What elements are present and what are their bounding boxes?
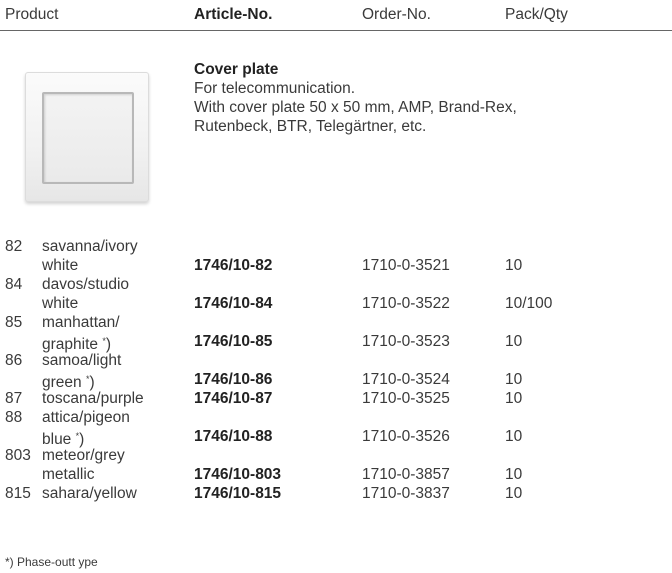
header-product: Product xyxy=(5,6,59,23)
description-line: Rutenbeck, BTR, Telegärtner, etc. xyxy=(194,118,427,135)
color-code: 86 xyxy=(5,352,23,369)
color-name: meteor/grey metallic xyxy=(42,447,125,483)
order-number: 1710-0-3523 xyxy=(362,333,450,350)
color-name: manhattan/graphite *) xyxy=(42,314,120,353)
table-row: 84 davos/studio white 1746/10-84 1710-0-3… xyxy=(0,275,672,313)
color-code: 82 xyxy=(5,238,23,255)
cover-plate-inset xyxy=(42,92,134,184)
order-number: 1710-0-3521 xyxy=(362,257,450,274)
order-number: 1710-0-3837 xyxy=(362,485,450,502)
color-code: 803 xyxy=(5,447,31,464)
table-row: 815 sahara/yellow 1746/10-815 1710-0-383… xyxy=(0,484,672,503)
variant-table: 82 savanna/ivory white 1746/10-82 1710-0-… xyxy=(0,237,672,503)
order-number: 1710-0-3522 xyxy=(362,295,450,312)
pack-quantity: 10 xyxy=(505,428,523,445)
product-title: Cover plate xyxy=(194,61,279,78)
product-description: Cover plate For telecommunication. With … xyxy=(194,60,517,136)
table-row: 88 attica/pigeon blue *) 1746/10-88 1710-… xyxy=(0,408,672,448)
color-name: sahara/yellow xyxy=(42,485,137,502)
pack-quantity: 10 xyxy=(505,390,523,407)
pack-quantity: 10 xyxy=(505,485,523,502)
article-number: 1746/10-84 xyxy=(194,295,273,312)
article-number: 1746/10-815 xyxy=(194,485,282,502)
color-code: 87 xyxy=(5,390,23,407)
pack-quantity: 10 xyxy=(505,466,523,483)
article-number: 1746/10-85 xyxy=(194,333,273,350)
table-row: 82 savanna/ivory white 1746/10-82 1710-0-… xyxy=(0,237,672,275)
table-row: 85 manhattan/graphite *) 1746/10-85 1710… xyxy=(0,313,672,353)
pack-quantity: 10 xyxy=(505,371,523,388)
color-code: 88 xyxy=(5,409,23,426)
table-row: 87 toscana/purple 1746/10-87 1710-0-3525… xyxy=(0,389,672,408)
color-name: samoa/light green *) xyxy=(42,352,122,391)
cover-plate-frame xyxy=(25,72,149,202)
color-code: 815 xyxy=(5,485,31,502)
order-number: 1710-0-3857 xyxy=(362,466,450,483)
header-rule xyxy=(0,30,672,31)
header-pack-qty: Pack/Qty xyxy=(505,6,568,23)
order-number: 1710-0-3525 xyxy=(362,390,450,407)
description-line: For telecommunication. xyxy=(194,80,356,97)
article-number: 1746/10-82 xyxy=(194,257,273,274)
color-name: davos/studio white xyxy=(42,276,130,312)
article-number: 1746/10-87 xyxy=(194,390,273,407)
description-line: With cover plate 50 x 50 mm, AMP, Brand-… xyxy=(194,99,517,116)
table-row: 86 samoa/light green *) 1746/10-86 1710-0… xyxy=(0,351,672,391)
header-article-no: Article-No. xyxy=(194,6,273,23)
order-number: 1710-0-3524 xyxy=(362,371,450,388)
footnote: *) Phase-outt ype xyxy=(5,555,98,569)
pack-quantity: 10 xyxy=(505,333,523,350)
color-code: 85 xyxy=(5,314,23,331)
color-name: toscana/purple xyxy=(42,390,144,407)
article-number: 1746/10-86 xyxy=(194,371,273,388)
color-name: savanna/ivory white xyxy=(42,238,138,274)
color-code: 84 xyxy=(5,276,23,293)
pack-quantity: 10 xyxy=(505,257,523,274)
article-number: 1746/10-88 xyxy=(194,428,273,445)
color-name: attica/pigeon blue *) xyxy=(42,409,130,448)
header-order-no: Order-No. xyxy=(362,6,431,23)
article-number: 1746/10-803 xyxy=(194,466,282,483)
table-row: 803 meteor/grey metallic 1746/10-803 1710… xyxy=(0,446,672,484)
pack-quantity: 10/100 xyxy=(505,295,553,312)
order-number: 1710-0-3526 xyxy=(362,428,450,445)
product-image xyxy=(3,60,170,218)
